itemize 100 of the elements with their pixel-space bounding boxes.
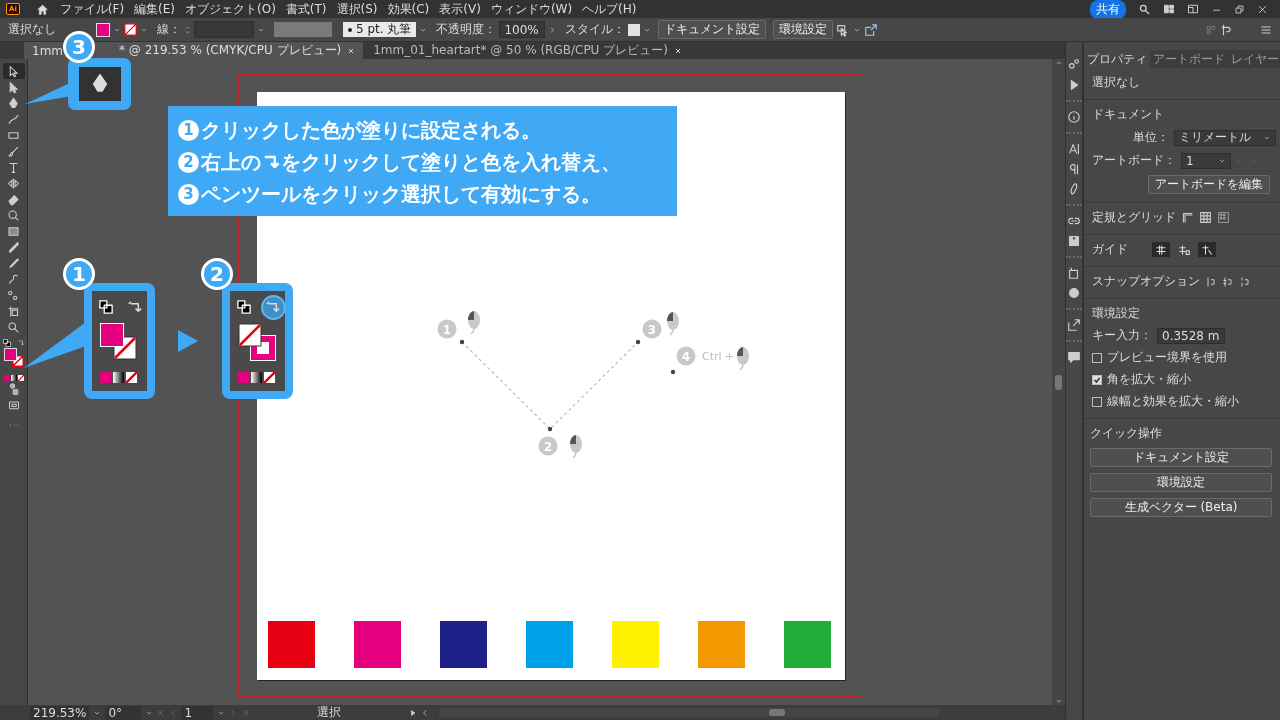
menu-item[interactable]: オブジェクト(O) bbox=[180, 0, 281, 18]
toolbar-button[interactable]: ドキュメント設定 bbox=[658, 20, 767, 39]
smart-guides-icon[interactable] bbox=[1198, 242, 1216, 257]
color-swatch[interactable] bbox=[612, 621, 659, 668]
workspace-icon[interactable] bbox=[1187, 3, 1199, 15]
menu-item[interactable]: 編集(E) bbox=[129, 0, 181, 18]
checkbox-label[interactable]: 角を拡大・縮小 bbox=[1107, 371, 1191, 388]
color-swatch[interactable] bbox=[784, 621, 831, 668]
artboard-dropdown[interactable]: 1 bbox=[1181, 152, 1231, 169]
swap-icon bbox=[266, 300, 281, 315]
home-icon[interactable] bbox=[35, 2, 49, 16]
artboards-icon[interactable] bbox=[1067, 266, 1081, 280]
scroll-down-icon[interactable] bbox=[1054, 697, 1063, 705]
menu-item[interactable]: ファイル(F) bbox=[54, 0, 130, 18]
arrange-documents-icon[interactable] bbox=[1163, 3, 1175, 15]
default-colors-icon[interactable] bbox=[2, 339, 11, 347]
checkbox[interactable] bbox=[1092, 396, 1102, 407]
snap-grid-icon[interactable] bbox=[1222, 275, 1234, 288]
color-swatch[interactable] bbox=[268, 621, 315, 668]
scrollbar-thumb[interactable] bbox=[1055, 374, 1062, 390]
share-button[interactable]: 共有 bbox=[1090, 0, 1126, 19]
fill-swatch[interactable] bbox=[3, 348, 17, 361]
section-title: クイック操作 bbox=[1090, 425, 1163, 442]
panel-tab[interactable]: レイヤー bbox=[1228, 50, 1280, 68]
checkbox-label[interactable]: 線幅と効果を拡大・縮小 bbox=[1107, 393, 1239, 410]
edit-artboard-button[interactable]: アートボードを編集 bbox=[1148, 175, 1270, 194]
brush-field[interactable]: 5 pt. 丸筆 bbox=[343, 22, 417, 37]
panel-menu-icon[interactable] bbox=[1260, 23, 1272, 36]
menu-item[interactable]: ヘルプ(H) bbox=[577, 0, 642, 18]
info-icon[interactable] bbox=[1067, 110, 1081, 124]
style-swatch[interactable] bbox=[628, 23, 641, 36]
close-icon[interactable] bbox=[347, 46, 356, 55]
color-mode-icons bbox=[100, 372, 137, 383]
snap-point-icon[interactable] bbox=[1205, 275, 1217, 288]
color-mode-icons[interactable] bbox=[3, 375, 24, 381]
horizontal-scrollbar[interactable] bbox=[439, 708, 940, 717]
restore-icon[interactable] bbox=[1234, 3, 1245, 15]
export-icon[interactable] bbox=[1067, 318, 1081, 332]
checkbox-label[interactable]: プレビュー境界を使用 bbox=[1107, 349, 1227, 366]
artboard-field[interactable]: 1 bbox=[181, 705, 214, 720]
close-icon[interactable] bbox=[1257, 3, 1268, 15]
isolate-icon[interactable] bbox=[1220, 22, 1234, 37]
stroke-none-swatch[interactable] bbox=[124, 23, 137, 36]
menu-item[interactable]: 表示(V) bbox=[434, 0, 486, 18]
color-mode-icons bbox=[238, 372, 275, 383]
rotation-field[interactable]: 0° bbox=[105, 705, 142, 720]
instruction-text: クリックした色が塗りに設定される。 bbox=[201, 117, 541, 144]
anchor-point bbox=[670, 369, 676, 375]
section-title: 定規とグリッド bbox=[1092, 209, 1176, 226]
toolbar-button[interactable]: 環境設定 bbox=[773, 20, 834, 39]
menu-item[interactable]: 選択(S) bbox=[331, 0, 383, 18]
color-swatch[interactable] bbox=[354, 621, 401, 668]
panel-tab[interactable]: プロパティ bbox=[1084, 50, 1150, 68]
selection-status: 選択なし bbox=[8, 21, 56, 38]
pixel-grid-icon[interactable] bbox=[1217, 211, 1230, 224]
mouse-icon bbox=[468, 311, 480, 335]
width-profile-field[interactable] bbox=[274, 22, 332, 37]
color-swatch[interactable] bbox=[440, 621, 487, 668]
quick-action-button[interactable]: 生成ベクター (Beta) bbox=[1090, 498, 1272, 517]
color-swatch[interactable] bbox=[698, 621, 745, 668]
snap-pixel-icon[interactable] bbox=[1239, 275, 1251, 288]
opacity-field[interactable]: 100% bbox=[499, 21, 546, 38]
close-icon[interactable] bbox=[673, 46, 682, 55]
scroll-up-icon[interactable] bbox=[1054, 59, 1063, 67]
field-label: アートボード： bbox=[1092, 152, 1176, 169]
anchor-point bbox=[547, 426, 553, 432]
checkbox[interactable] bbox=[1092, 374, 1102, 385]
units-dropdown[interactable]: ミリメートル bbox=[1174, 129, 1276, 146]
guides-icon[interactable] bbox=[1152, 242, 1170, 257]
color-swatch[interactable] bbox=[526, 621, 573, 668]
mouse-icon bbox=[667, 312, 679, 336]
keyboard-increment-field[interactable]: 0.3528 m bbox=[1157, 327, 1225, 344]
character-icon[interactable] bbox=[1067, 142, 1081, 156]
grid-icon[interactable] bbox=[1199, 211, 1212, 224]
step-badge: 1 bbox=[178, 119, 199, 141]
quick-action-button[interactable]: 環境設定 bbox=[1090, 473, 1272, 492]
swap-icon[interactable] bbox=[16, 339, 25, 347]
checkbox[interactable] bbox=[1092, 352, 1102, 363]
ruler-icon[interactable] bbox=[1181, 211, 1194, 224]
panel-tab[interactable]: アートボード bbox=[1150, 50, 1228, 68]
appearance-icon[interactable] bbox=[1067, 286, 1081, 300]
stroke-weight-field[interactable] bbox=[194, 21, 254, 38]
zoom-field[interactable]: 219.53% bbox=[30, 705, 90, 720]
menu-item[interactable]: 効果(C) bbox=[382, 0, 435, 18]
export-icon[interactable] bbox=[864, 22, 879, 37]
menu-item[interactable]: 書式(T) bbox=[280, 0, 332, 18]
instruction-text: ペンツールをクリック選択して有効にする。 bbox=[201, 181, 601, 208]
menu-item[interactable]: ウィンドウ(W) bbox=[485, 0, 578, 18]
selection-status: 選択なし bbox=[1092, 74, 1141, 91]
play-icon[interactable] bbox=[409, 708, 418, 717]
key-hint: Ctrl + bbox=[702, 350, 735, 363]
paragraph-icon[interactable] bbox=[1067, 162, 1081, 176]
image-icon[interactable] bbox=[1067, 234, 1081, 248]
document-tab[interactable]: 1mm_01_heartart* @ 50 % (RGB/CPU プレビュー) bbox=[365, 42, 690, 59]
quick-action-button[interactable]: ドキュメント設定 bbox=[1090, 448, 1272, 467]
search-icon[interactable] bbox=[1138, 2, 1151, 16]
draw-mode-icon[interactable] bbox=[7, 383, 20, 395]
fill-swatch[interactable] bbox=[96, 22, 110, 37]
screen-mode-icon[interactable] bbox=[7, 399, 20, 411]
comment-icon[interactable] bbox=[1067, 350, 1081, 364]
